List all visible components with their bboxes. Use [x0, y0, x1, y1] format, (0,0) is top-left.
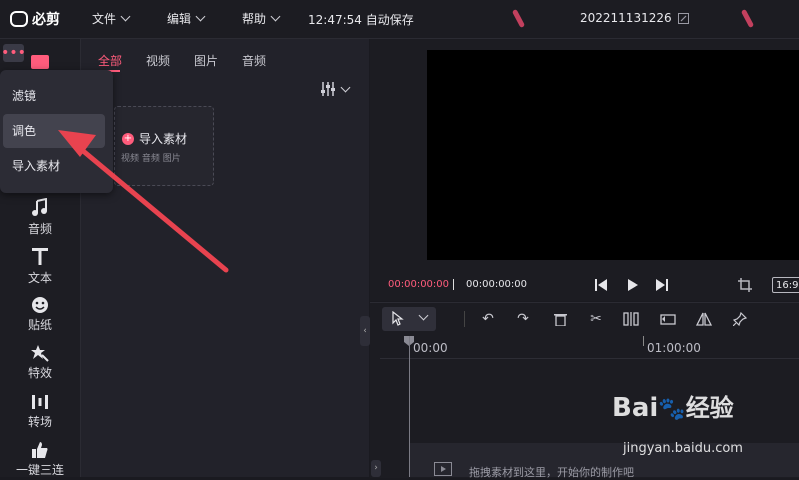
paw-icon: 🐾	[658, 397, 686, 422]
baidu-watermark: Bai🐾经验	[612, 388, 734, 423]
watermark-brand2: 经验	[685, 394, 734, 422]
watermark-brand: Bai	[612, 393, 659, 423]
watermark-url: jingyan.baidu.com	[623, 441, 743, 456]
